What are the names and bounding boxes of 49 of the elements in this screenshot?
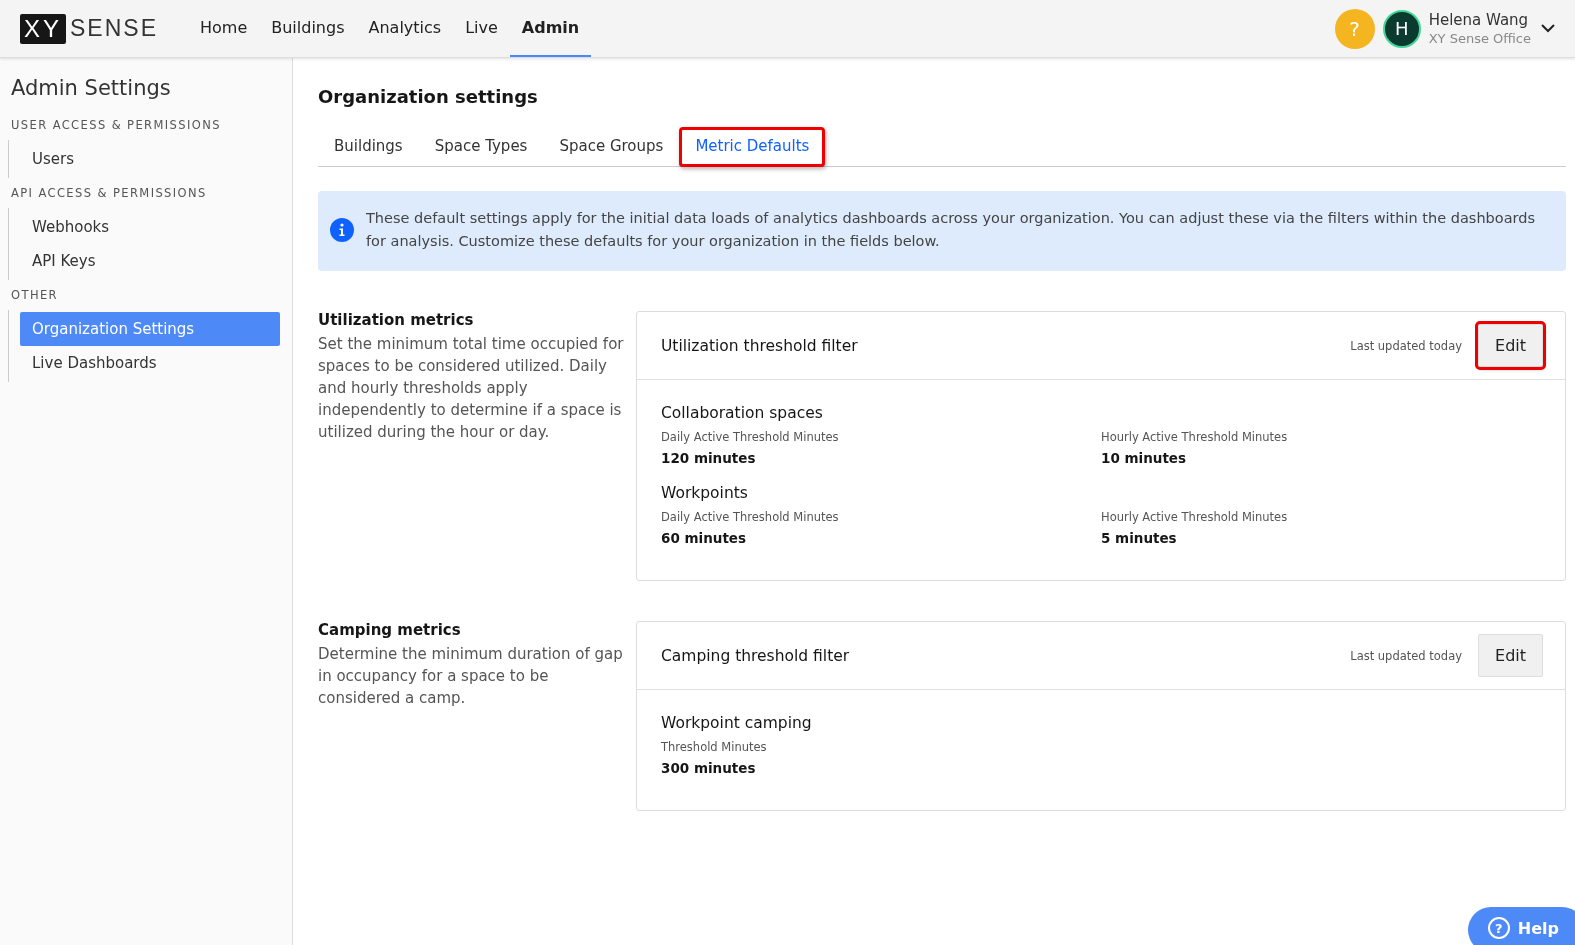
sidebar-heading: OTHER (11, 288, 59, 302)
field-value: 10 minutes (1101, 450, 1188, 466)
field-label: Hourly Active Threshold Minutes (1101, 510, 1289, 524)
user-name: Helena Wang (1428, 11, 1530, 29)
group-title: Workpoint camping (661, 714, 813, 732)
section-title: Camping metrics (318, 621, 462, 639)
field-label: Daily Active Threshold Minutes (661, 510, 840, 524)
section-description: Set the minimum total time occupied for spaces to be considered utilized. Daily and hourly thresholds apply independently to determine if a space is utilized during the hour or day. (318, 334, 624, 443)
field-label: Hourly Active Threshold Minutes (1101, 430, 1289, 444)
tab[interactable]: Space Groups (543, 127, 680, 167)
section-description: Determine the minimum duration of gap in occupancy for a space to be considered a camp. (318, 644, 624, 709)
field-label: Daily Active Threshold Minutes (661, 430, 840, 444)
field-value: 300 minutes (661, 760, 757, 776)
sidebar-title: Admin Settings (11, 76, 172, 100)
section-title: Utilization metrics (318, 311, 475, 329)
card-title: Utilization threshold filter (661, 336, 858, 355)
info-icon (330, 218, 354, 242)
nav-link[interactable]: Analytics (356, 0, 454, 57)
sidebar-item[interactable]: Webhooks (20, 210, 280, 244)
info-text: These default settings apply for the initial data loads of analytics dashboards across your organization. You can adjust these via the filters within the dashboards for analysis. Customize these defaults for your organization in the fields below. (366, 209, 1536, 251)
sidebar-item[interactable]: Users (20, 142, 280, 176)
nav-link[interactable]: Home (188, 0, 260, 57)
sidebar-item[interactable]: Live Dashboards (20, 346, 280, 380)
page-title: Organization settings (318, 86, 539, 107)
sidebar-item[interactable]: API Keys (20, 244, 280, 278)
user-organization: XY Sense Office (1428, 31, 1531, 46)
user-avatar[interactable]: H (1382, 9, 1421, 48)
logo-text: SENSE (70, 15, 158, 42)
nav-link[interactable]: Admin (509, 0, 592, 57)
tab[interactable]: Metric Defaults (679, 127, 826, 167)
card-title: Camping threshold filter (661, 646, 850, 665)
nav-link[interactable]: Live (453, 0, 510, 57)
group-title: Collaboration spaces (661, 404, 824, 422)
field-label: Threshold Minutes (661, 740, 768, 754)
field-value: 60 minutes (661, 530, 748, 546)
last-updated-text: Last updated today (1350, 338, 1462, 353)
logo-mark: XY (20, 13, 66, 44)
last-updated-text: Last updated today (1350, 648, 1462, 663)
tab[interactable]: Space Types (418, 127, 544, 167)
field-value: 5 minutes (1101, 530, 1178, 546)
edit-button[interactable]: Edit (1478, 634, 1543, 677)
edit-button[interactable]: Edit (1478, 324, 1543, 367)
nav-link[interactable]: Buildings (259, 0, 357, 57)
sidebar-heading: USER ACCESS & PERMISSIONS (11, 118, 222, 132)
field-value: 120 minutes (661, 450, 757, 466)
tab[interactable]: Buildings (318, 127, 419, 167)
chevron-down-icon[interactable] (1541, 24, 1555, 33)
sidebar-heading: API ACCESS & PERMISSIONS (11, 186, 208, 200)
group-title: Workpoints (661, 484, 749, 502)
